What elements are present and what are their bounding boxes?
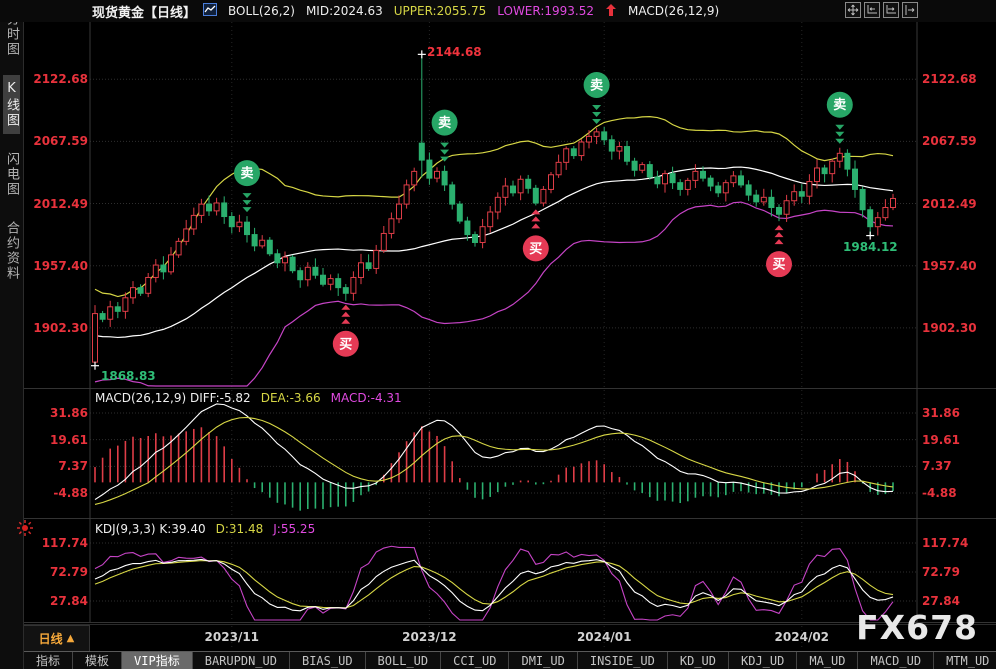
shift-axis-right-icon[interactable] (883, 2, 899, 18)
kdj-panel-header: KDJ(9,3,3) K:39.40 D:31.48 J:55.25 (95, 522, 315, 536)
indicator-tab[interactable]: 指标 (24, 652, 72, 669)
kdj-axis-label: 72.79 (30, 565, 88, 579)
indicator-tab[interactable]: BOLL_UD (365, 652, 441, 669)
indicator-tab[interactable]: MA_UD (796, 652, 857, 669)
macd-axis-label: 19.61 (30, 433, 88, 447)
kdj-axis-label: 72.79 (922, 565, 960, 579)
indicator-tab-bar: 指标模板VIP指标BARUPDN_UDBIAS_UDBOLL_UDCCI_UDD… (24, 651, 996, 669)
indicator-tab[interactable]: MTM_UD (933, 652, 996, 669)
svg-text:买: 买 (339, 337, 352, 352)
macd-axis-label: 7.37 (922, 459, 952, 473)
macd-label: MACD(26,12,9) (628, 4, 719, 18)
watermark: FX678 (856, 611, 978, 644)
macd-macd-value: MACD:-4.31 (331, 391, 402, 405)
sell-signal-marker: 卖 (827, 92, 853, 144)
alert-burst-icon[interactable] (16, 519, 34, 537)
indicator-tab[interactable]: 模板 (72, 652, 121, 669)
boll-upper-value: UPPER:2055.75 (394, 4, 486, 18)
indicator-tab[interactable]: MACD_UD (857, 652, 933, 669)
kdj-axis-label: 27.84 (30, 594, 88, 608)
macd-diff-value: MACD(26,12,9) DIFF:-5.82 (95, 391, 251, 405)
chart-type-sidebar: 分时图 K线图 闪电图 合约资料 (0, 0, 24, 669)
price-axis-label: 1902.30 (922, 321, 977, 335)
macd-axis-label: 7.37 (30, 459, 88, 473)
macd-axis-label: -4.88 (922, 486, 957, 500)
low-start-annotation: 1868.83 (101, 369, 156, 383)
date-axis-label: 2024/01 (572, 630, 636, 644)
price-axis-label: 1902.30 (30, 321, 88, 335)
indicator-tab[interactable]: BIAS_UD (289, 652, 365, 669)
macd-dea-value: DEA:-3.66 (261, 391, 321, 405)
indicator-tab[interactable]: BARUPDN_UD (192, 652, 289, 669)
indicator-tab[interactable]: INSIDE_UD (577, 652, 667, 669)
kdj-d-value: D:31.48 (216, 522, 264, 536)
price-axis-label: 2122.68 (922, 72, 977, 86)
triangle-up-icon: ▲ (67, 633, 75, 644)
date-axis-label: 2024/02 (770, 630, 834, 644)
sell-signal-marker: 卖 (584, 72, 610, 124)
kdj-axis-label: 117.74 (922, 536, 968, 550)
kdj-layer (95, 546, 893, 620)
boll-lower-value: LOWER:1993.52 (497, 4, 594, 18)
pan-right-icon[interactable] (902, 2, 918, 18)
price-axis-label: 2122.68 (30, 72, 88, 86)
buy-signal-marker: 买 (333, 305, 359, 357)
line-chart-icon (203, 3, 217, 19)
sidebar-item-contract-info[interactable]: 合约资料 (3, 215, 20, 287)
indicator-tab[interactable]: KD_UD (667, 652, 728, 669)
kdj-k-value: KDJ(9,3,3) K:39.40 (95, 522, 206, 536)
date-axis-label: 2023/12 (397, 630, 461, 644)
boll-bands-layer (95, 117, 893, 386)
sidebar-item-lightning[interactable]: 闪电图 (3, 146, 20, 203)
svg-text:卖: 卖 (438, 115, 451, 131)
boll-mid-value: MID:2024.63 (306, 4, 383, 18)
up-arrow-icon (605, 3, 617, 20)
chart-canvas: 卖买 卖买 卖买 卖 (0, 0, 996, 669)
sell-signal-marker: 卖 (432, 110, 458, 162)
candles-layer (93, 54, 896, 365)
macd-axis-label: 19.61 (922, 433, 960, 447)
price-axis-label: 2012.49 (922, 197, 977, 211)
svg-text:买: 买 (772, 258, 785, 273)
kdj-axis-label: 27.84 (922, 594, 960, 608)
buy-signal-marker: 买 (766, 225, 792, 277)
period-label: 日线 (39, 630, 63, 647)
sell-signal-marker: 卖 (234, 160, 260, 212)
shift-axis-left-icon[interactable] (864, 2, 880, 18)
indicator-tab[interactable]: DMI_UD (508, 652, 576, 669)
price-axis-label: 1957.40 (922, 259, 977, 273)
date-axis-label: 2023/11 (200, 630, 264, 644)
macd-layer (95, 404, 893, 511)
indicator-tab[interactable]: VIP指标 (121, 652, 192, 669)
macd-axis-label: 31.86 (922, 406, 960, 420)
low-end-annotation: 1984.12 (843, 240, 898, 254)
chart-toolbar (845, 2, 918, 18)
period-selector[interactable]: 日线 ▲ (24, 625, 90, 651)
boll-label: BOLL(26,2) (228, 4, 295, 18)
svg-text:卖: 卖 (590, 77, 603, 93)
crosshair-icon[interactable] (845, 2, 861, 18)
indicator-tab[interactable]: KDJ_UD (728, 652, 796, 669)
svg-text:卖: 卖 (833, 97, 846, 113)
trading-chart-window: { "header": { "title": "现货黄金【日线】", "boll… (0, 0, 996, 669)
macd-axis-label: 31.86 (30, 406, 88, 420)
svg-text:买: 买 (529, 242, 542, 257)
macd-panel-header: MACD(26,12,9) DIFF:-5.82 DEA:-3.66 MACD:… (95, 391, 402, 405)
price-axis-label: 2012.49 (30, 197, 88, 211)
svg-text:卖: 卖 (240, 166, 253, 182)
kdj-axis-label: 117.74 (30, 536, 88, 550)
kdj-j-value: J:55.25 (273, 522, 315, 536)
price-axis-label: 1957.40 (30, 259, 88, 273)
indicator-tab[interactable]: CCI_UD (440, 652, 508, 669)
high-price-annotation: 2144.68 (427, 45, 482, 59)
instrument-title: 现货黄金【日线】 (92, 2, 196, 21)
price-axis-label: 2067.59 (922, 134, 977, 148)
date-row-divider (24, 624, 996, 625)
macd-axis-label: -4.88 (30, 486, 88, 500)
price-axis-label: 2067.59 (30, 134, 88, 148)
sidebar-item-kline[interactable]: K线图 (3, 75, 20, 134)
